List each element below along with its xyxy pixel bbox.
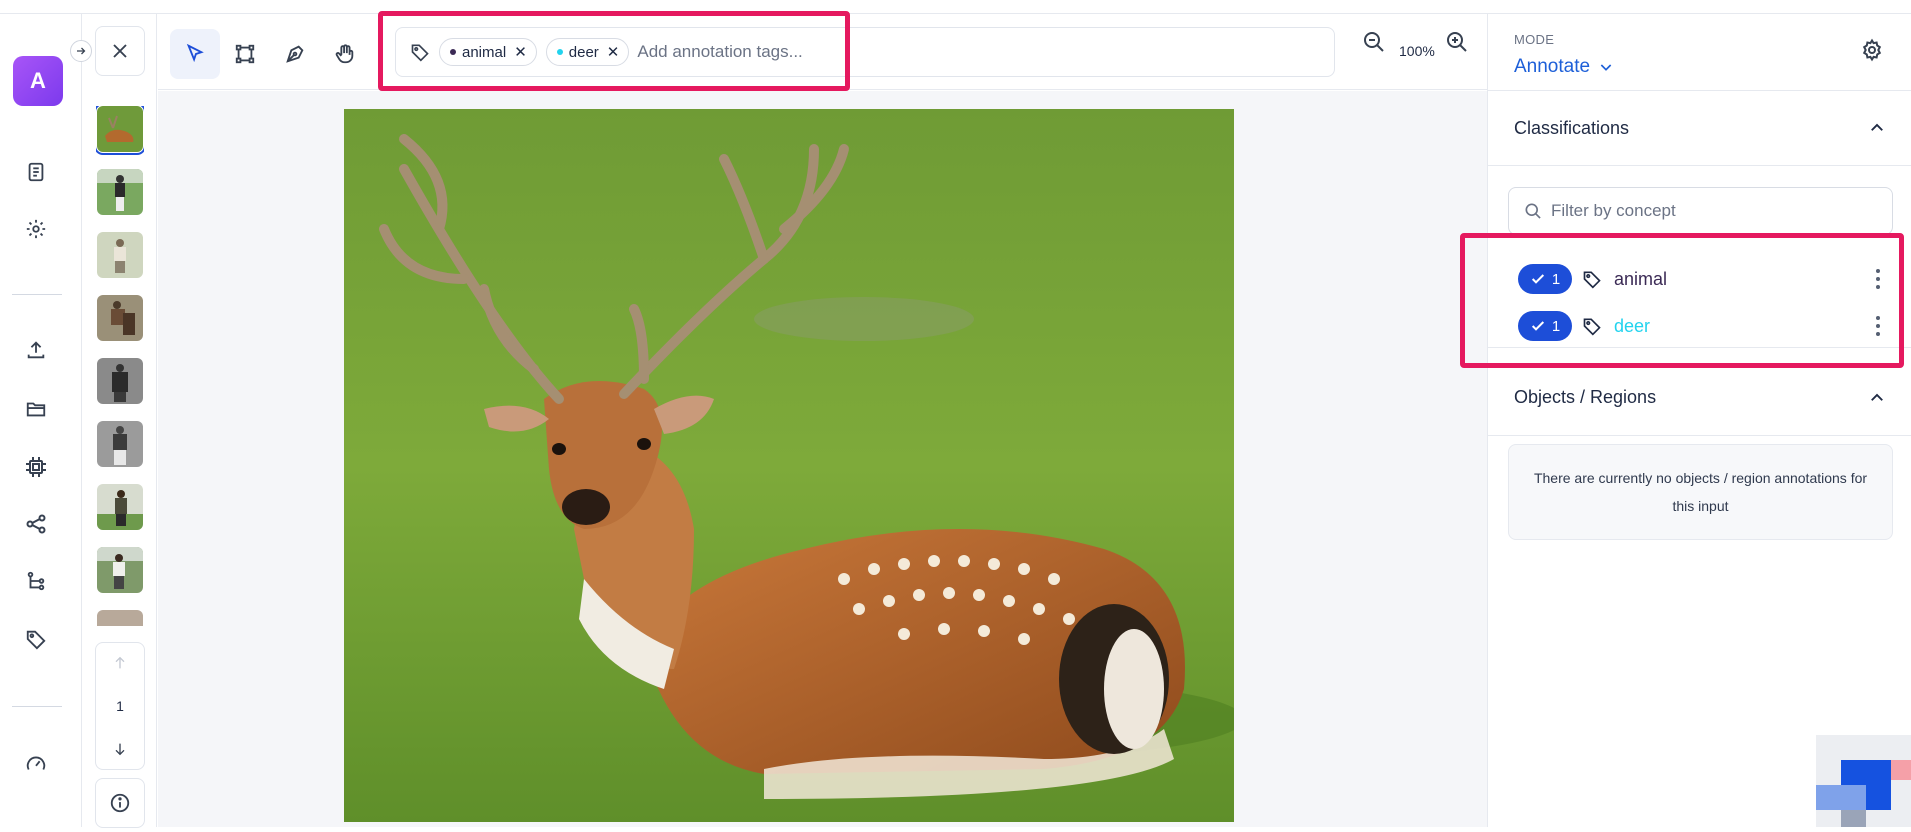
empty-objects-message: There are currently no objects / region … — [1508, 444, 1893, 540]
deer-image — [344, 109, 1234, 822]
close-button[interactable] — [95, 26, 145, 76]
hand-icon — [335, 44, 354, 64]
bounding-box-tool-button[interactable] — [220, 29, 270, 79]
pen-icon — [286, 45, 304, 63]
zoom-in-button[interactable] — [1445, 30, 1469, 54]
check-icon — [1531, 321, 1544, 331]
more-options-icon[interactable] — [1868, 267, 1888, 291]
tag-icon — [1583, 318, 1601, 336]
classification-count: 1 — [1551, 270, 1561, 288]
settings-button[interactable] — [1860, 38, 1884, 67]
check-icon — [1531, 274, 1544, 284]
filter-concept-input[interactable]: Filter by concept — [1508, 187, 1893, 235]
thumbnail-person[interactable] — [97, 232, 143, 278]
info-button[interactable] — [95, 778, 145, 828]
chevron-up-icon[interactable] — [1868, 119, 1886, 137]
expand-nav-button[interactable] — [70, 40, 92, 62]
classification-count-badge[interactable]: 1 — [1518, 264, 1572, 294]
mode-dropdown[interactable]: Annotate — [1514, 56, 1614, 78]
tag-icon[interactable] — [20, 623, 52, 655]
cursor-arrow-icon — [186, 43, 204, 63]
tag-color-dot — [450, 49, 456, 55]
classification-label: deer — [1614, 315, 1651, 336]
share-icon[interactable] — [20, 508, 52, 540]
annotation-tag-bar[interactable]: animal ✕ deer ✕ Add annotation tags... — [395, 27, 1552, 77]
annotation-canvas[interactable] — [158, 91, 1487, 827]
zoom-out-button[interactable] — [1362, 30, 1386, 54]
classification-count: 1 — [1551, 317, 1561, 335]
objects-regions-title: Objects / Regions — [1514, 387, 1657, 407]
thumbnail-person[interactable] — [97, 547, 143, 593]
gear-icon — [1862, 38, 1882, 62]
mode-label: MODE — [1514, 32, 1555, 47]
bounding-box-icon — [235, 44, 255, 64]
left-nav: A — [0, 14, 82, 827]
input-image[interactable] — [344, 109, 1234, 822]
divider — [1488, 347, 1911, 348]
classification-row-deer[interactable]: 1 deer — [1518, 310, 1888, 342]
tag-chip-label: deer — [568, 43, 599, 61]
thumbnail-person[interactable] — [97, 295, 143, 341]
classification-label: animal — [1614, 268, 1668, 289]
classifications-title: Classifications — [1514, 117, 1630, 138]
settings-icon[interactable] — [20, 213, 52, 245]
classification-count-badge[interactable]: 1 — [1518, 311, 1572, 341]
remove-tag-icon[interactable]: ✕ — [607, 43, 620, 61]
app-logo[interactable]: A — [13, 56, 63, 106]
tag-color-dot — [556, 49, 563, 55]
arrow-up-icon[interactable] — [112, 655, 128, 671]
thumbnail-deer[interactable] — [96, 106, 144, 155]
search-icon — [1525, 203, 1541, 219]
mode-value: Annotate — [1514, 56, 1591, 77]
info-icon — [110, 793, 130, 813]
zoom-in-icon — [1447, 32, 1467, 52]
thumbnail-person[interactable] — [97, 421, 143, 467]
workflow-icon[interactable] — [20, 565, 52, 597]
tag-input[interactable]: Add annotation tags... — [637, 42, 802, 62]
pager: 1 — [95, 642, 145, 770]
classifications-header[interactable]: Classifications — [1488, 90, 1911, 166]
tag-chip-label: animal — [462, 43, 507, 61]
document-icon[interactable] — [20, 156, 52, 188]
thumbnail-person[interactable] — [97, 610, 143, 626]
chevron-down-icon — [1600, 64, 1612, 71]
arrow-down-icon[interactable] — [112, 741, 128, 757]
classification-row-animal[interactable]: 1 animal — [1518, 263, 1888, 295]
chip-icon[interactable] — [20, 451, 52, 483]
top-border — [0, 0, 1911, 14]
corner-widget — [1816, 735, 1911, 827]
thumbnail-column: 1 — [83, 14, 157, 828]
arrow-right-icon — [77, 47, 86, 55]
tag-icon — [411, 44, 429, 62]
zoom-level: 100% — [1399, 43, 1435, 59]
nav-divider — [12, 294, 62, 295]
upload-icon[interactable] — [20, 334, 52, 366]
zoom-out-icon — [1364, 32, 1384, 52]
toolbar: animal ✕ deer ✕ Add annotation tags... — [158, 14, 1552, 90]
page-number: 1 — [116, 698, 124, 714]
tag-icon — [1583, 271, 1601, 289]
thumbnail-person[interactable] — [97, 169, 143, 215]
tag-chip-animal[interactable]: animal ✕ — [439, 38, 537, 66]
pan-hand-tool-button[interactable] — [320, 29, 370, 79]
speedometer-icon[interactable] — [20, 748, 52, 780]
more-options-icon[interactable] — [1868, 314, 1888, 338]
remove-tag-icon[interactable]: ✕ — [514, 43, 527, 61]
close-icon — [113, 44, 127, 58]
right-panel: MODE Annotate Classifications Filter by … — [1487, 14, 1911, 827]
thumbnail-list[interactable] — [96, 106, 144, 626]
select-tool-button[interactable] — [170, 29, 220, 79]
tag-chip-deer[interactable]: deer ✕ — [545, 38, 630, 66]
nav-divider — [12, 706, 62, 707]
folder-icon[interactable] — [20, 393, 52, 425]
objects-regions-header[interactable]: Objects / Regions — [1488, 360, 1911, 436]
chevron-up-icon[interactable] — [1868, 389, 1886, 407]
filter-placeholder: Filter by concept — [1551, 201, 1676, 220]
thumbnail-person[interactable] — [97, 484, 143, 530]
polygon-pen-tool-button[interactable] — [270, 29, 320, 79]
thumbnail-person[interactable] — [97, 358, 143, 404]
